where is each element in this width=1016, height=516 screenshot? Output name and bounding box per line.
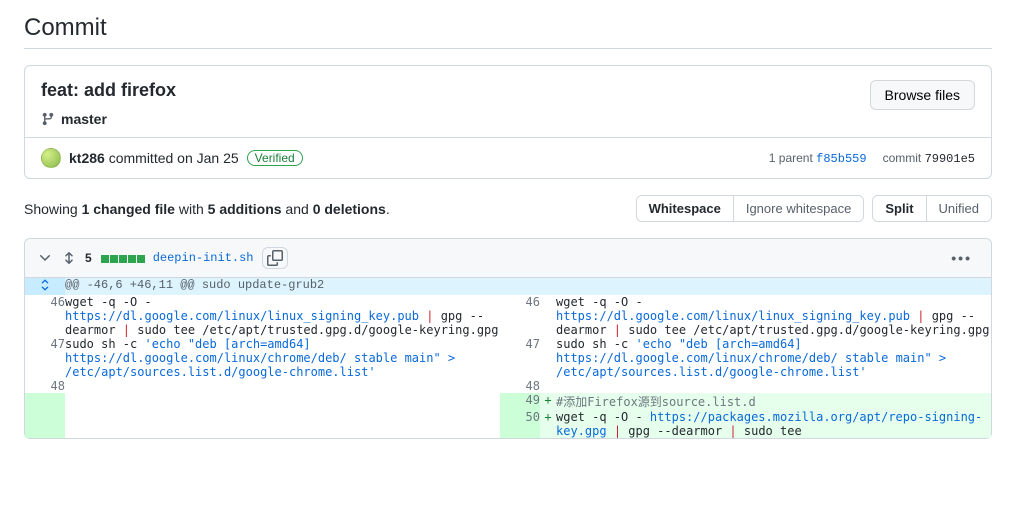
diffstat-icon <box>100 250 145 266</box>
diff-row: 46 wget -q -O - https://dl.google.com/li… <box>25 295 991 337</box>
divider <box>24 48 992 49</box>
code-cell <box>556 379 991 393</box>
code-cell: sudo sh -c 'echo "deb [arch=amd64] https… <box>556 337 991 379</box>
diff-summary: Showing 1 changed file with 5 additions … <box>24 201 390 217</box>
unified-button[interactable]: Unified <box>927 196 991 221</box>
line-number-new[interactable]: 50 <box>500 410 540 438</box>
commit-title: feat: add firefox <box>41 80 975 101</box>
diff-row-addition: 49 + #添加Firefox源到source.list.d <box>25 393 991 410</box>
file-menu-button[interactable]: ••• <box>944 246 979 270</box>
whitespace-button[interactable]: Whitespace <box>637 196 734 221</box>
line-number-old[interactable]: 47 <box>25 337 65 379</box>
line-number-new[interactable]: 47 <box>500 337 540 379</box>
expand-hunk-button[interactable] <box>25 278 65 295</box>
collapse-icon[interactable] <box>37 250 53 266</box>
commit-date: on Jan 25 <box>177 150 239 166</box>
code-cell <box>65 379 500 393</box>
split-button[interactable]: Split <box>873 196 926 221</box>
whitespace-toggle: Whitespace Ignore whitespace <box>636 195 865 222</box>
committed-text: committed <box>105 150 177 166</box>
line-number-new[interactable]: 49 <box>500 393 540 410</box>
code-cell: #添加Firefox源到source.list.d <box>556 393 991 410</box>
commit-label: commit <box>883 151 925 165</box>
diff-row: 48 48 <box>25 379 991 393</box>
ignore-whitespace-button[interactable]: Ignore whitespace <box>734 196 864 221</box>
diff-row: 47 sudo sh -c 'echo "deb [arch=amd64] ht… <box>25 337 991 379</box>
additions-count: 5 <box>85 251 92 265</box>
code-cell: wget -q -O - https://dl.google.com/linux… <box>556 295 991 337</box>
commit-sha: 79901e5 <box>925 152 975 166</box>
parent-label: 1 parent <box>769 151 816 165</box>
line-number-old[interactable]: 46 <box>25 295 65 337</box>
diff-table: @@ -46,6 +46,11 @@ sudo update-grub2 46 … <box>25 278 991 438</box>
code-cell: wget -q -O - https://packages.mozilla.or… <box>556 410 991 438</box>
avatar[interactable] <box>41 148 61 168</box>
expand-all-icon[interactable] <box>61 250 77 266</box>
browse-files-button[interactable]: Browse files <box>870 80 975 110</box>
copy-path-button[interactable] <box>262 247 288 269</box>
line-number-new[interactable]: 46 <box>500 295 540 337</box>
line-number-new[interactable]: 48 <box>500 379 540 393</box>
branch-icon <box>41 112 55 126</box>
author-link[interactable]: kt286 <box>69 150 105 166</box>
view-toggle: Split Unified <box>872 195 992 222</box>
verified-badge[interactable]: Verified <box>247 150 303 166</box>
plus-marker: + <box>540 393 556 410</box>
file-block: 5 deepin-init.sh ••• @@ -46,6 +46,11 @@ … <box>24 238 992 439</box>
plus-marker: + <box>540 410 556 438</box>
file-name-link[interactable]: deepin-init.sh <box>153 251 254 265</box>
commit-box: feat: add firefox Browse files master kt… <box>24 65 992 179</box>
parent-sha-link[interactable]: f85b559 <box>816 152 866 166</box>
page-title: Commit <box>24 14 992 42</box>
diff-row-addition: 50 + wget -q -O - https://packages.mozil… <box>25 410 991 438</box>
code-cell: sudo sh -c 'echo "deb [arch=amd64] https… <box>65 337 500 379</box>
hunk-header: @@ -46,6 +46,11 @@ sudo update-grub2 <box>65 278 991 295</box>
branch-name[interactable]: master <box>61 111 107 127</box>
line-number-old[interactable]: 48 <box>25 379 65 393</box>
code-cell: wget -q -O - https://dl.google.com/linux… <box>65 295 500 337</box>
